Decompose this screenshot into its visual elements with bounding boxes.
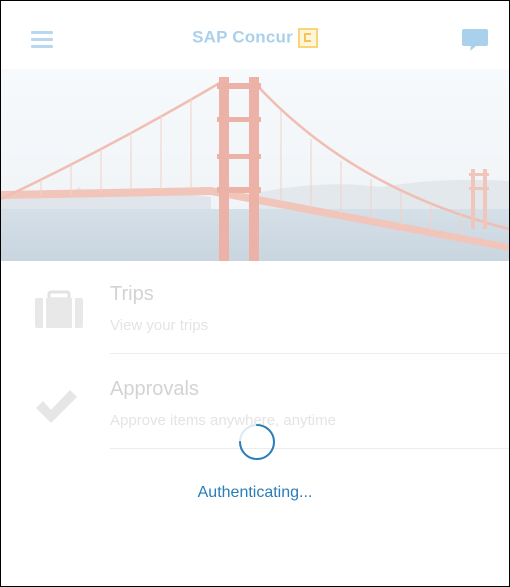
list-divider [110, 353, 509, 354]
approvals-title: Approvals [110, 378, 199, 400]
loading-spinner-icon [237, 422, 277, 462]
app-title: SAP Concur [1, 27, 509, 48]
menu-item-trips[interactable]: Trips View your trips [1, 261, 509, 355]
concur-logo-icon [297, 27, 318, 48]
app-header: SAP Concur [1, 1, 509, 69]
chat-bubble-icon[interactable] [461, 27, 489, 53]
trips-title: Trips [110, 283, 154, 305]
app-screen: SAP Concur Trips View your trips Approva… [0, 0, 510, 587]
checkmark-icon [33, 386, 79, 431]
briefcase-icon [33, 290, 85, 335]
approvals-subtitle: Approve items anywhere, anytime [110, 412, 336, 429]
authenticating-status: Authenticating... [197, 484, 313, 501]
app-title-text: SAP Concur [192, 27, 293, 47]
trips-subtitle: View your trips [110, 317, 209, 334]
hero-image [1, 69, 509, 261]
list-divider [110, 448, 509, 449]
